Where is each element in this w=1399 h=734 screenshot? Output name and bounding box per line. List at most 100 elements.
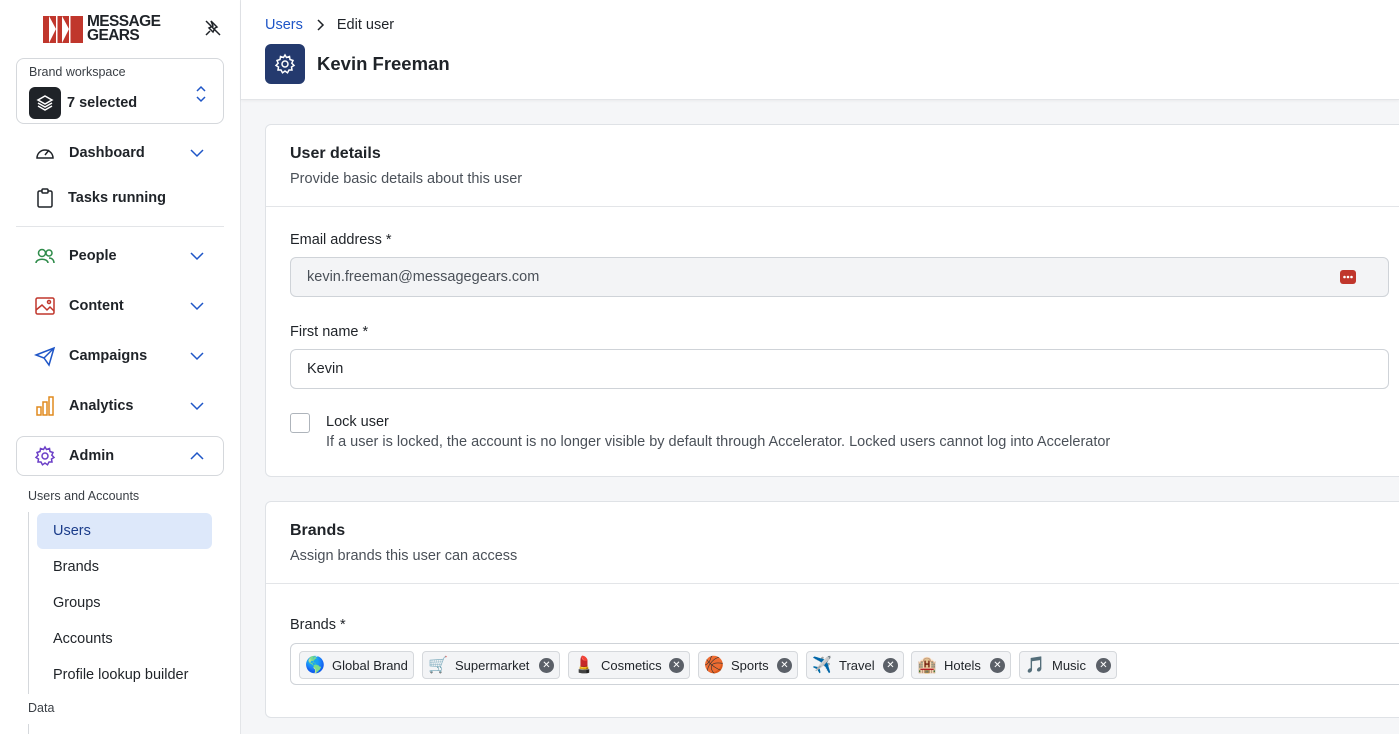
nav-label: People	[69, 248, 117, 264]
bar-chart-icon	[36, 396, 54, 416]
brand-chip-cosmetics: 💄 Cosmetics ✕	[568, 651, 690, 679]
card-title: User details	[290, 145, 381, 162]
section-label-data: Data	[28, 701, 55, 715]
brand-chip-sports: 🏀 Sports ✕	[698, 651, 798, 679]
brand-chip-hotels: 🏨 Hotels ✕	[911, 651, 1011, 679]
chevron-right-icon	[317, 19, 324, 31]
lock-user-label: Lock user	[326, 414, 389, 430]
nav-analytics[interactable]: Analytics	[16, 386, 224, 426]
remove-chip-icon[interactable]: ✕	[883, 658, 898, 673]
basketball-icon: 🏀	[704, 657, 724, 674]
hotel-icon: 🏨	[917, 657, 937, 674]
paper-plane-icon	[34, 346, 56, 367]
airplane-icon: ✈️	[812, 657, 832, 674]
chip-label: Sports	[731, 657, 769, 673]
gear-icon	[34, 445, 56, 466]
brand-workspace-selector[interactable]: Brand workspace 7 selected	[16, 58, 224, 124]
shopping-cart-icon: 🛒	[428, 657, 448, 674]
chip-label: Music	[1052, 657, 1086, 673]
subnav-accounts[interactable]: Accounts	[37, 621, 212, 657]
chevron-down-icon	[190, 302, 204, 311]
logo-text: MESSAGE GEARS	[87, 13, 161, 44]
card-divider	[266, 583, 1399, 584]
nav-label: Campaigns	[69, 348, 148, 364]
nav-people[interactable]: People	[16, 236, 224, 276]
dashboard-gauge-icon	[36, 149, 54, 159]
user-details-card: User details Provide basic details about…	[265, 124, 1399, 477]
first-name-label: First name *	[290, 324, 369, 340]
brand-chip-music: 🎵 Music ✕	[1019, 651, 1117, 679]
password-manager-icon[interactable]	[1339, 268, 1357, 286]
email-label: Email address *	[290, 232, 392, 248]
logo[interactable]: MESSAGE GEARS	[43, 13, 161, 44]
chevron-down-icon	[190, 402, 204, 411]
nav-label: Analytics	[69, 398, 134, 414]
nav-content[interactable]: Content	[16, 286, 224, 326]
nav-label: Admin	[69, 448, 115, 464]
chip-label: Supermarket	[455, 657, 530, 673]
title-gear-icon	[265, 44, 305, 84]
chip-label: Hotels	[944, 657, 981, 673]
page-header: Users Edit user Kevin Freeman	[241, 0, 1399, 100]
subnav-users[interactable]: Users	[37, 513, 212, 549]
card-subtitle: Assign brands this user can access	[290, 548, 518, 564]
sidebar: MESSAGE GEARS Brand workspace 7 selected…	[0, 0, 241, 734]
breadcrumb-current: Edit user	[336, 17, 395, 33]
nav-tasks-running[interactable]: Tasks running	[16, 178, 224, 218]
brands-multiselect[interactable]: 🌎 Global Brand 🛒 Supermarket ✕ 💄 Cosmeti…	[290, 643, 1399, 685]
remove-chip-icon[interactable]: ✕	[669, 658, 684, 673]
brands-card: Brands Assign brands this user can acces…	[265, 501, 1399, 718]
chevron-down-icon	[190, 252, 204, 261]
brand-chip-travel: ✈️ Travel ✕	[806, 651, 904, 679]
image-icon	[35, 297, 55, 315]
first-name-value: Kevin	[307, 361, 344, 377]
people-icon	[35, 248, 55, 264]
page-title: Kevin Freeman	[317, 53, 450, 74]
remove-chip-icon[interactable]: ✕	[777, 658, 792, 673]
nav-admin[interactable]: Admin	[16, 436, 224, 476]
card-title: Brands	[290, 522, 346, 539]
breadcrumb: Users Edit user	[265, 17, 394, 33]
card-divider	[266, 206, 1399, 207]
first-name-field[interactable]: Kevin	[290, 349, 1389, 389]
lock-user-checkbox[interactable]	[290, 413, 310, 433]
chevron-up-icon	[190, 451, 204, 460]
remove-chip-icon[interactable]: ✕	[1096, 658, 1111, 673]
section-label-users-accounts: Users and Accounts	[28, 489, 140, 503]
lipstick-icon: 💄	[574, 657, 594, 674]
clipboard-icon	[37, 188, 53, 208]
chip-label: Global Brand	[332, 657, 408, 673]
chip-label: Travel	[839, 657, 875, 673]
remove-chip-icon[interactable]: ✕	[990, 658, 1005, 673]
workspace-label: Brand workspace	[29, 65, 126, 79]
workspace-value: 7 selected	[67, 95, 138, 111]
breadcrumb-users-link[interactable]: Users	[265, 17, 303, 33]
brands-label: Brands *	[290, 617, 346, 633]
email-value: kevin.freeman@messagegears.com	[307, 269, 540, 285]
nav-dashboard[interactable]: Dashboard	[16, 133, 224, 173]
sort-chevrons-icon	[196, 85, 206, 103]
unpin-icon[interactable]	[203, 18, 223, 38]
subnav-rail	[28, 512, 29, 694]
nav-campaigns[interactable]: Campaigns	[16, 336, 224, 376]
brand-chip-supermarket: 🛒 Supermarket ✕	[422, 651, 560, 679]
chevron-down-icon	[190, 352, 204, 361]
remove-chip-icon[interactable]: ✕	[539, 658, 554, 673]
subnav-brands[interactable]: Brands	[37, 549, 212, 585]
nav-label: Dashboard	[69, 145, 145, 161]
chevron-down-icon	[190, 149, 204, 158]
nav-divider	[16, 226, 224, 227]
nav-label: Tasks running	[68, 190, 167, 206]
messagegears-logo-icon	[43, 15, 83, 43]
music-note-icon: 🎵	[1025, 657, 1045, 674]
globe-icon: 🌎	[305, 657, 325, 674]
nav-label: Content	[69, 298, 124, 314]
chip-label: Cosmetics	[601, 657, 662, 673]
subnav-profile-lookup-builder[interactable]: Profile lookup builder	[37, 657, 212, 693]
layers-icon	[29, 87, 61, 119]
card-subtitle: Provide basic details about this user	[290, 171, 523, 187]
subnav-rail	[28, 724, 29, 734]
lock-user-help-text: If a user is locked, the account is no l…	[326, 434, 1111, 450]
subnav-groups[interactable]: Groups	[37, 585, 212, 621]
email-field[interactable]: kevin.freeman@messagegears.com	[290, 257, 1389, 297]
